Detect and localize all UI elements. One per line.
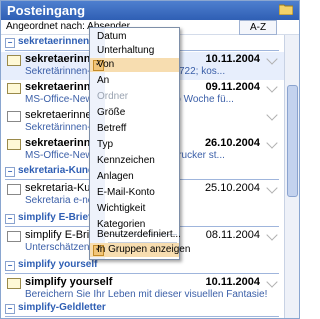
- menu-item-wichtigkeit[interactable]: Wichtigkeit: [90, 202, 179, 216]
- vertical-scrollbar[interactable]: [284, 35, 299, 318]
- flag-icon[interactable]: [266, 276, 278, 288]
- menu-item-email-konto[interactable]: E-Mail-Konto: [90, 186, 179, 200]
- message-date: 10.11.2004: [205, 276, 260, 288]
- menu-item-an[interactable]: An: [90, 74, 179, 88]
- message-date: 26.10.2004: [204, 137, 260, 149]
- menu-item-typ[interactable]: Typ: [90, 138, 179, 152]
- message-date: 09.11.2004: [205, 81, 260, 93]
- menu-item-anlagen[interactable]: Anlagen: [90, 170, 179, 184]
- envelope-icon: [7, 55, 21, 66]
- group-label: simplify-Geldletter: [18, 302, 106, 313]
- menu-item-benutzerdefiniert[interactable]: Benutzerdefiniert...: [90, 228, 181, 242]
- message-date: 08.11.2004: [205, 229, 260, 241]
- envelope-icon: [7, 83, 21, 94]
- message-preview: Bereichern Sie Ihr Leben mit dieser visu…: [25, 289, 268, 300]
- menu-item-unterhaltung[interactable]: Unterhaltung: [90, 44, 179, 58]
- menu-item-kennzeichen[interactable]: Kennzeichen: [90, 154, 179, 168]
- group-label: simplify E-Brief: [18, 212, 92, 223]
- menu-item-in-gruppen-anzeigen[interactable]: In Gruppen anzeigen: [90, 243, 190, 257]
- envelope-icon: [7, 278, 21, 289]
- folder-icon[interactable]: [278, 3, 294, 16]
- sort-order-button[interactable]: A-Z: [239, 20, 277, 35]
- group-label: simplify yourself: [18, 259, 98, 270]
- menu-item-betreff[interactable]: Betreff: [90, 122, 179, 136]
- scrollbar-thumb[interactable]: [287, 85, 298, 197]
- folder-title-bar: Posteingang: [1, 1, 299, 20]
- arrange-by-context-menu: Datum Unterhaltung Von An Ordner Größe B…: [89, 27, 190, 260]
- collapse-icon[interactable]: −: [5, 214, 15, 224]
- menu-item-groesse[interactable]: Größe: [90, 106, 179, 120]
- message-date: 25.10.2004: [204, 182, 260, 194]
- collapse-icon[interactable]: −: [5, 167, 15, 177]
- flag-icon[interactable]: [266, 53, 278, 65]
- group-header[interactable]: − simplify-Geldletter: [1, 301, 285, 317]
- envelope-icon: [7, 231, 21, 242]
- message-sender: simplify E-Brief: [25, 229, 99, 241]
- outlook-mail-pane: Posteingang Angeordnet nach: Absender A-…: [0, 0, 300, 319]
- menu-item-von[interactable]: Von: [90, 58, 179, 72]
- collapse-icon[interactable]: −: [5, 304, 15, 314]
- menu-item-datum[interactable]: Datum: [90, 30, 179, 44]
- flag-icon[interactable]: [266, 109, 278, 121]
- message-row[interactable]: simplify yourself 10.11.2004 Bereichern …: [1, 275, 285, 303]
- folder-title: Posteingang: [7, 3, 86, 18]
- envelope-icon: [7, 111, 21, 122]
- group-label: sekretaerinnen...: [18, 36, 98, 47]
- message-date: 10.11.2004: [205, 53, 260, 65]
- collapse-icon[interactable]: −: [5, 38, 15, 48]
- message-sender: simplify yourself: [25, 276, 113, 288]
- flag-icon[interactable]: [266, 137, 278, 149]
- flag-icon[interactable]: [266, 182, 278, 194]
- flag-icon[interactable]: [266, 229, 278, 241]
- envelope-icon: [7, 139, 21, 150]
- collapse-icon[interactable]: −: [5, 261, 15, 271]
- flag-icon[interactable]: [266, 81, 278, 93]
- group-header[interactable]: − simplify yourself: [1, 258, 285, 274]
- menu-item-ordner: Ordner: [97, 91, 129, 102]
- envelope-icon: [7, 184, 21, 195]
